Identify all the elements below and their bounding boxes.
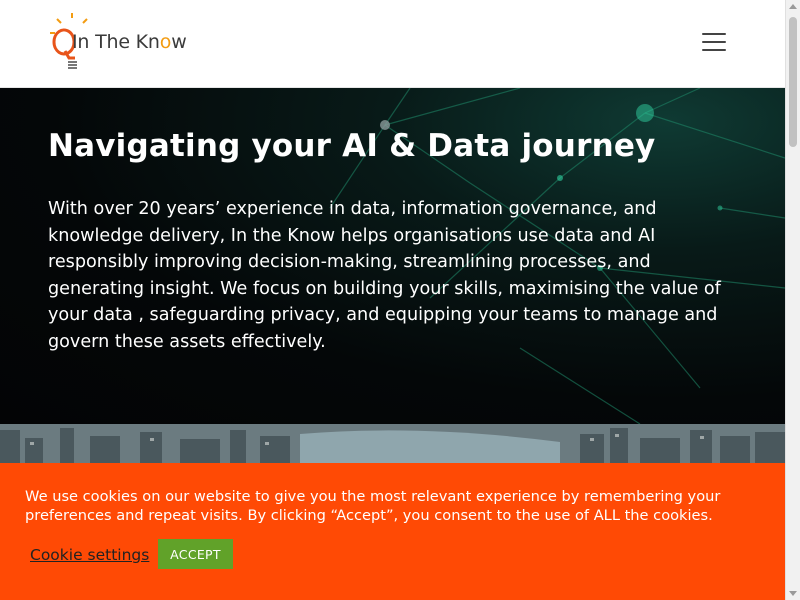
cookie-consent-banner: We use cookies on our website to give yo… [0,463,785,600]
logo-text-o: o [159,31,172,53]
scroll-up-arrow-icon[interactable] [789,4,797,9]
cookie-settings-link[interactable]: Cookie settings [30,546,149,564]
logo-text[interactable]: In The Know [72,31,187,53]
page-scrollbar[interactable] [785,0,800,600]
scroll-down-arrow-icon[interactable] [789,591,797,596]
hero-title: Navigating your AI & Data journey [48,128,656,164]
hamburger-menu-icon[interactable] [702,33,726,53]
hero-body-text: With over 20 years’ experience in data, … [48,199,721,352]
site-header: In The Know [0,0,785,88]
logo-text-post: w [171,31,187,53]
accept-cookies-button[interactable]: ACCEPT [158,539,233,569]
scrollbar-thumb[interactable] [789,17,797,147]
cookie-message: We use cookies on our website to give yo… [25,488,721,524]
logo-text-pre: In The Kn [72,31,160,53]
hero-section: Navigating your AI & Data journey With o… [0,88,785,424]
